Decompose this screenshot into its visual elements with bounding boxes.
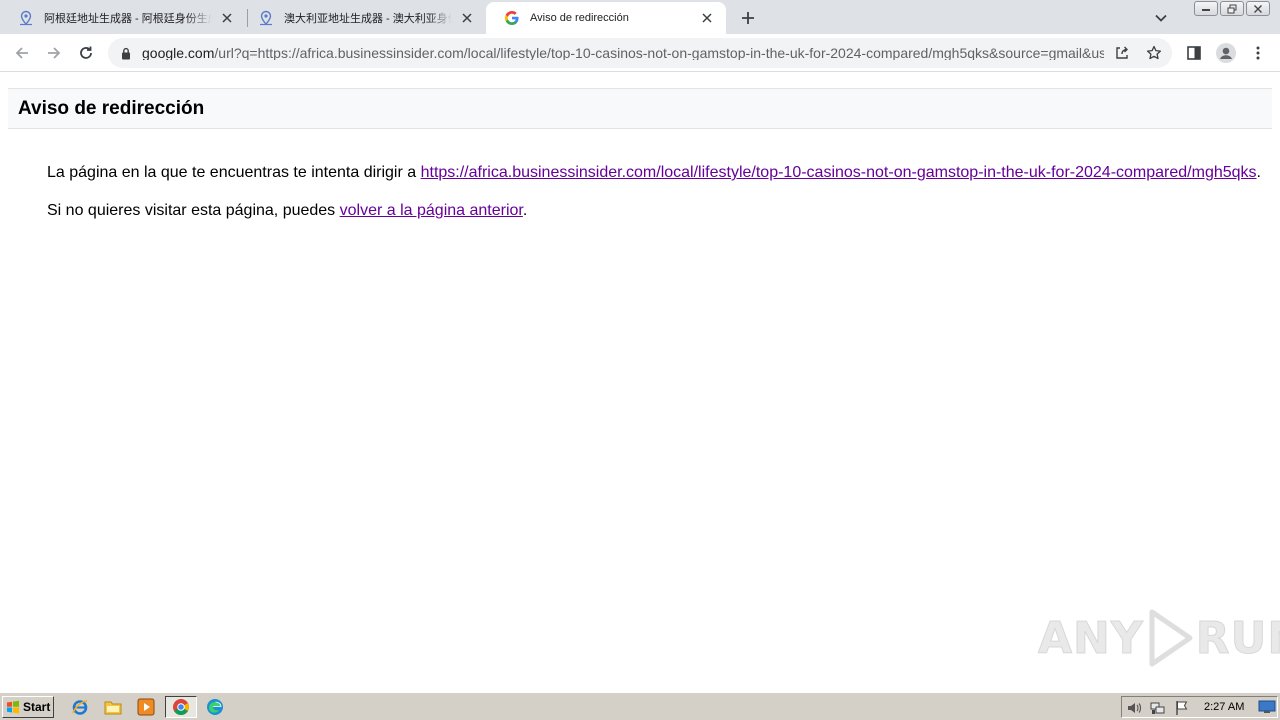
- url-text[interactable]: google.com/url?q=https://africa.business…: [142, 46, 1104, 60]
- lock-icon[interactable]: [118, 45, 134, 61]
- internet-explorer-icon[interactable]: [70, 697, 90, 717]
- media-player-icon[interactable]: [136, 697, 156, 717]
- action-center-flag-icon[interactable]: [1174, 700, 1190, 716]
- watermark-text-left: ANY: [1038, 612, 1144, 664]
- close-tab-icon[interactable]: [458, 9, 476, 27]
- play-triangle-icon: [1149, 609, 1193, 667]
- network-icon[interactable]: [1150, 700, 1166, 716]
- address-bar[interactable]: google.com/url?q=https://africa.business…: [108, 38, 1172, 68]
- edge-icon[interactable]: [205, 697, 225, 717]
- side-panel-button[interactable]: [1182, 41, 1206, 65]
- minimize-icon: [1202, 8, 1210, 11]
- reload-icon: [80, 46, 92, 59]
- restore-icon: [1227, 4, 1237, 13]
- back-button[interactable]: [10, 41, 34, 65]
- menu-button[interactable]: [1246, 41, 1270, 65]
- tab-argentina-generator[interactable]: 阿根廷地址生成器 - 阿根廷身份生成: [0, 2, 246, 34]
- tab-title: Aviso de redirección: [530, 12, 629, 24]
- start-label: Start: [23, 700, 51, 714]
- clock[interactable]: 2:27 AM: [1204, 701, 1244, 713]
- browser-toolbar: google.com/url?q=https://africa.business…: [0, 34, 1280, 72]
- side-panel-icon: [1187, 46, 1201, 60]
- back-message-text: Si no quieres visitar esta página, puede…: [47, 202, 340, 219]
- show-desktop-icon[interactable]: [1257, 697, 1277, 717]
- target-url-link[interactable]: https://africa.businessinsider.com/local…: [421, 164, 1257, 181]
- period: .: [1256, 164, 1261, 181]
- page-header: Aviso de redirección: [8, 88, 1272, 129]
- tab-search-button[interactable]: [1150, 7, 1172, 29]
- close-icon: [1254, 4, 1262, 13]
- back-message: Si no quieres visitar esta página, puede…: [47, 202, 527, 220]
- close-tab-icon[interactable]: [698, 9, 716, 27]
- windows-logo-icon: [7, 700, 19, 714]
- profile-button[interactable]: [1214, 41, 1238, 65]
- share-icon[interactable]: [1112, 43, 1132, 63]
- new-tab-button[interactable]: [736, 6, 760, 30]
- start-button[interactable]: Start: [2, 696, 54, 718]
- close-window-button[interactable]: [1246, 1, 1270, 16]
- arrow-left-icon: [15, 47, 28, 59]
- page-content: Aviso de redirección La página en la que…: [0, 72, 1280, 692]
- redirect-message-text: La página en la que te encuentras te int…: [47, 164, 421, 181]
- url-path: /url?q=https://africa.businessinsider.co…: [214, 46, 1104, 60]
- tab-redirect-notice[interactable]: Aviso de redirección: [486, 2, 726, 34]
- file-explorer-icon[interactable]: [103, 697, 123, 717]
- minimize-button[interactable]: [1194, 1, 1218, 16]
- tab-title: 阿根廷地址生成器 - 阿根廷身份生成: [44, 13, 212, 25]
- tab-strip: 阿根廷地址生成器 - 阿根廷身份生成 澳大利亚地址生成器 - 澳大利亚身份生成 …: [0, 0, 1280, 34]
- bookmark-star-icon[interactable]: [1144, 43, 1164, 63]
- watermark-text-right: RUN: [1195, 612, 1280, 664]
- reload-button[interactable]: [74, 41, 98, 65]
- map-pin-icon: [258, 10, 274, 26]
- close-tab-icon[interactable]: [218, 9, 236, 27]
- plus-icon: [742, 12, 754, 24]
- redirect-message: La página en la que te encuentras te int…: [47, 164, 1261, 182]
- page-title: Aviso de redirección: [18, 98, 205, 119]
- restore-button[interactable]: [1220, 1, 1244, 16]
- chrome-icon[interactable]: [171, 697, 191, 717]
- anyrun-watermark: ANY RUN: [1038, 608, 1280, 668]
- google-g-icon: [504, 10, 520, 26]
- arrow-right-icon: [48, 47, 61, 59]
- forward-button[interactable]: [42, 41, 66, 65]
- tab-australia-generator[interactable]: 澳大利亚地址生成器 - 澳大利亚身份生成: [240, 2, 486, 34]
- kebab-menu-icon: [1256, 46, 1260, 60]
- back-link[interactable]: volver a la página anterior: [340, 202, 523, 219]
- taskbar: Start 2:27 AM: [0, 692, 1280, 720]
- tab-title: 澳大利亚地址生成器 - 澳大利亚身份生成: [284, 13, 452, 25]
- chevron-down-icon: [1155, 14, 1167, 22]
- map-pin-icon: [18, 10, 34, 26]
- volume-icon[interactable]: [1126, 700, 1142, 716]
- period: .: [522, 202, 528, 219]
- url-host: google.com: [142, 46, 215, 60]
- system-tray: 2:27 AM: [1121, 696, 1278, 718]
- window-controls: [1194, 1, 1270, 16]
- avatar-icon: [1216, 43, 1236, 63]
